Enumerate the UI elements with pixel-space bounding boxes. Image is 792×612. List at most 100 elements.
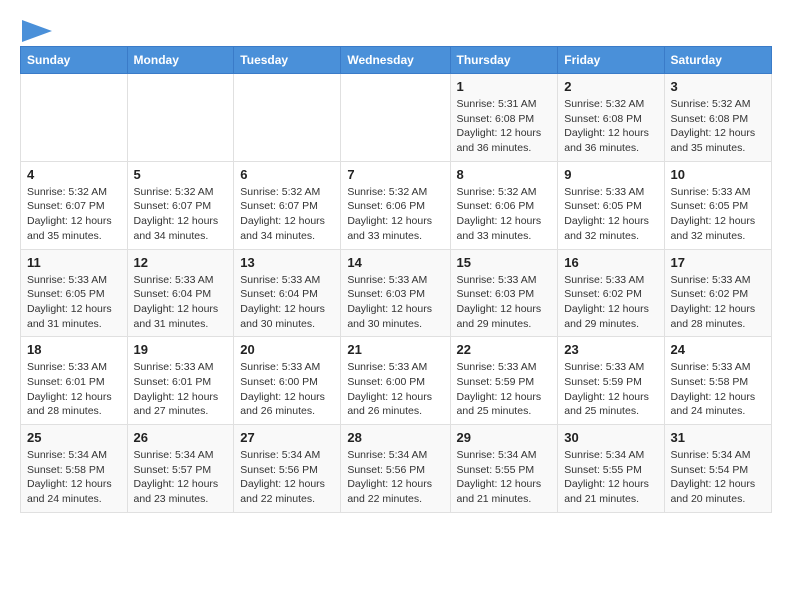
page-header	[20, 20, 772, 38]
day-number: 27	[240, 430, 334, 445]
day-number: 13	[240, 255, 334, 270]
day-number: 19	[134, 342, 228, 357]
column-header-thursday: Thursday	[450, 47, 558, 74]
day-content: Sunrise: 5:34 AM Sunset: 5:55 PM Dayligh…	[564, 448, 657, 507]
logo	[20, 20, 52, 38]
calendar-week-row: 11 Sunrise: 5:33 AM Sunset: 6:05 PM Dayli…	[21, 249, 772, 337]
calendar-day-empty	[21, 74, 128, 162]
day-content: Sunrise: 5:33 AM Sunset: 6:04 PM Dayligh…	[134, 273, 228, 332]
day-number: 9	[564, 167, 657, 182]
calendar-day-1: 1Sunrise: 5:31 AM Sunset: 6:08 PM Daylig…	[450, 74, 558, 162]
calendar-day-empty	[341, 74, 450, 162]
calendar-day-20: 20Sunrise: 5:33 AM Sunset: 6:00 PM Dayli…	[234, 337, 341, 425]
day-number: 21	[347, 342, 443, 357]
calendar-day-10: 10 Sunrise: 5:33 AM Sunset: 6:05 PM Dayli…	[664, 161, 771, 249]
column-header-monday: Monday	[127, 47, 234, 74]
column-header-saturday: Saturday	[664, 47, 771, 74]
day-number: 17	[671, 255, 765, 270]
calendar-day-6: 6 Sunrise: 5:32 AM Sunset: 6:07 PM Daylig…	[234, 161, 341, 249]
day-number: 14	[347, 255, 443, 270]
calendar-day-13: 13 Sunrise: 5:33 AM Sunset: 6:04 PM Dayli…	[234, 249, 341, 337]
calendar-day-17: 17 Sunrise: 5:33 AM Sunset: 6:02 PM Dayli…	[664, 249, 771, 337]
day-content: Sunrise: 5:34 AM Sunset: 5:55 PM Dayligh…	[457, 448, 552, 507]
calendar-day-26: 26 Sunrise: 5:34 AM Sunset: 5:57 PM Dayli…	[127, 425, 234, 513]
calendar-day-18: 18Sunrise: 5:33 AM Sunset: 6:01 PM Dayli…	[21, 337, 128, 425]
calendar-day-16: 16 Sunrise: 5:33 AM Sunset: 6:02 PM Dayli…	[558, 249, 664, 337]
day-number: 3	[671, 79, 765, 94]
calendar-day-8: 8 Sunrise: 5:32 AM Sunset: 6:06 PM Daylig…	[450, 161, 558, 249]
calendar-day-5: 5Sunrise: 5:32 AM Sunset: 6:07 PM Daylig…	[127, 161, 234, 249]
calendar-week-row: 4 Sunrise: 5:32 AM Sunset: 6:07 PM Daylig…	[21, 161, 772, 249]
day-number: 4	[27, 167, 121, 182]
calendar-day-31: 31 Sunrise: 5:34 AM Sunset: 5:54 PM Dayli…	[664, 425, 771, 513]
calendar-day-9: 9 Sunrise: 5:33 AM Sunset: 6:05 PM Daylig…	[558, 161, 664, 249]
day-number: 11	[27, 255, 121, 270]
day-content: Sunrise: 5:34 AM Sunset: 5:58 PM Dayligh…	[27, 448, 121, 507]
calendar-week-row: 18Sunrise: 5:33 AM Sunset: 6:01 PM Dayli…	[21, 337, 772, 425]
calendar-day-29: 29 Sunrise: 5:34 AM Sunset: 5:55 PM Dayli…	[450, 425, 558, 513]
day-content: Sunrise: 5:33 AM Sunset: 6:00 PM Dayligh…	[347, 360, 443, 419]
calendar-day-30: 30 Sunrise: 5:34 AM Sunset: 5:55 PM Dayli…	[558, 425, 664, 513]
day-number: 23	[564, 342, 657, 357]
day-content: Sunrise: 5:33 AM Sunset: 6:03 PM Dayligh…	[457, 273, 552, 332]
calendar-day-25: 25 Sunrise: 5:34 AM Sunset: 5:58 PM Dayli…	[21, 425, 128, 513]
column-header-tuesday: Tuesday	[234, 47, 341, 74]
day-content: Sunrise: 5:33 AM Sunset: 6:04 PM Dayligh…	[240, 273, 334, 332]
column-header-wednesday: Wednesday	[341, 47, 450, 74]
day-number: 30	[564, 430, 657, 445]
day-number: 31	[671, 430, 765, 445]
day-number: 6	[240, 167, 334, 182]
day-number: 16	[564, 255, 657, 270]
calendar-week-row: 1Sunrise: 5:31 AM Sunset: 6:08 PM Daylig…	[21, 74, 772, 162]
day-number: 10	[671, 167, 765, 182]
day-number: 15	[457, 255, 552, 270]
day-content: Sunrise: 5:34 AM Sunset: 5:54 PM Dayligh…	[671, 448, 765, 507]
calendar-day-15: 15 Sunrise: 5:33 AM Sunset: 6:03 PM Dayli…	[450, 249, 558, 337]
day-content: Sunrise: 5:33 AM Sunset: 5:59 PM Dayligh…	[564, 360, 657, 419]
day-content: Sunrise: 5:33 AM Sunset: 6:05 PM Dayligh…	[27, 273, 121, 332]
day-number: 28	[347, 430, 443, 445]
day-content: Sunrise: 5:33 AM Sunset: 6:00 PM Dayligh…	[240, 360, 334, 419]
day-content: Sunrise: 5:32 AM Sunset: 6:08 PM Dayligh…	[671, 97, 765, 156]
calendar-day-2: 2Sunrise: 5:32 AM Sunset: 6:08 PM Daylig…	[558, 74, 664, 162]
day-content: Sunrise: 5:34 AM Sunset: 5:56 PM Dayligh…	[240, 448, 334, 507]
day-number: 25	[27, 430, 121, 445]
day-content: Sunrise: 5:33 AM Sunset: 6:02 PM Dayligh…	[564, 273, 657, 332]
column-header-sunday: Sunday	[21, 47, 128, 74]
day-content: Sunrise: 5:32 AM Sunset: 6:06 PM Dayligh…	[457, 185, 552, 244]
calendar-day-14: 14 Sunrise: 5:33 AM Sunset: 6:03 PM Dayli…	[341, 249, 450, 337]
calendar-table: SundayMondayTuesdayWednesdayThursdayFrid…	[20, 46, 772, 513]
calendar-header-row: SundayMondayTuesdayWednesdayThursdayFrid…	[21, 47, 772, 74]
day-number: 22	[457, 342, 552, 357]
column-header-friday: Friday	[558, 47, 664, 74]
day-content: Sunrise: 5:33 AM Sunset: 6:01 PM Dayligh…	[27, 360, 121, 419]
calendar-day-7: 7 Sunrise: 5:32 AM Sunset: 6:06 PM Daylig…	[341, 161, 450, 249]
day-content: Sunrise: 5:32 AM Sunset: 6:06 PM Dayligh…	[347, 185, 443, 244]
day-number: 12	[134, 255, 228, 270]
day-content: Sunrise: 5:33 AM Sunset: 6:03 PM Dayligh…	[347, 273, 443, 332]
day-content: Sunrise: 5:33 AM Sunset: 6:05 PM Dayligh…	[564, 185, 657, 244]
day-content: Sunrise: 5:32 AM Sunset: 6:08 PM Dayligh…	[564, 97, 657, 156]
calendar-day-3: 3 Sunrise: 5:32 AM Sunset: 6:08 PM Daylig…	[664, 74, 771, 162]
day-content: Sunrise: 5:34 AM Sunset: 5:57 PM Dayligh…	[134, 448, 228, 507]
day-content: Sunrise: 5:32 AM Sunset: 6:07 PM Dayligh…	[240, 185, 334, 244]
day-number: 7	[347, 167, 443, 182]
day-content: Sunrise: 5:33 AM Sunset: 6:05 PM Dayligh…	[671, 185, 765, 244]
calendar-day-27: 27 Sunrise: 5:34 AM Sunset: 5:56 PM Dayli…	[234, 425, 341, 513]
calendar-day-12: 12 Sunrise: 5:33 AM Sunset: 6:04 PM Dayli…	[127, 249, 234, 337]
day-content: Sunrise: 5:32 AM Sunset: 6:07 PM Dayligh…	[27, 185, 121, 244]
logo-arrow-icon	[22, 20, 52, 42]
calendar-day-24: 24Sunrise: 5:33 AM Sunset: 5:58 PM Dayli…	[664, 337, 771, 425]
calendar-day-23: 23 Sunrise: 5:33 AM Sunset: 5:59 PM Dayli…	[558, 337, 664, 425]
day-number: 5	[134, 167, 228, 182]
day-content: Sunrise: 5:34 AM Sunset: 5:56 PM Dayligh…	[347, 448, 443, 507]
day-number: 8	[457, 167, 552, 182]
day-number: 26	[134, 430, 228, 445]
calendar-day-19: 19Sunrise: 5:33 AM Sunset: 6:01 PM Dayli…	[127, 337, 234, 425]
calendar-day-4: 4 Sunrise: 5:32 AM Sunset: 6:07 PM Daylig…	[21, 161, 128, 249]
day-content: Sunrise: 5:33 AM Sunset: 5:59 PM Dayligh…	[457, 360, 552, 419]
calendar-day-empty	[234, 74, 341, 162]
calendar-day-11: 11 Sunrise: 5:33 AM Sunset: 6:05 PM Dayli…	[21, 249, 128, 337]
day-number: 29	[457, 430, 552, 445]
day-content: Sunrise: 5:33 AM Sunset: 6:02 PM Dayligh…	[671, 273, 765, 332]
